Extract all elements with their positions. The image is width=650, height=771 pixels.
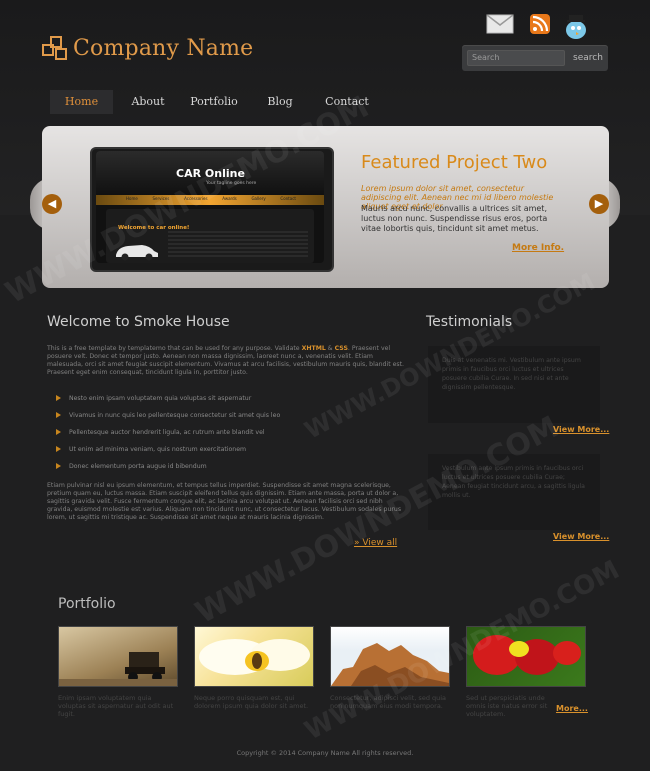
css-link[interactable]: CSS (335, 345, 348, 352)
search-button[interactable]: search (570, 50, 606, 66)
list-item: Pellentesque auctor hendrerit ligula, ac… (56, 427, 265, 439)
thumb-title: CAR Online (176, 167, 245, 180)
nav-contact[interactable]: Contact (324, 90, 370, 114)
portfolio-caption: Neque porro quisquam est, qui dolorem ip… (194, 694, 309, 710)
nav-blog[interactable]: Blog (263, 90, 297, 114)
list-item: Nesto enim ipsam voluptatem quia volupta… (56, 393, 251, 405)
testimonial-card: Duis at venenatis mi. Vestibulum ante ip… (428, 346, 600, 423)
testimonial-text: Vestibulum ante ipsum primis in faucibus… (442, 465, 585, 499)
portfolio-caption: Consectetur, adipisci velit, sed quia no… (330, 694, 447, 710)
welcome-paragraph-2: Etiam pulvinar nisl eu ipsum elementum, … (47, 482, 402, 521)
thumb-tagline: Your tagline goes here (206, 181, 257, 186)
testimonial-card: Vestibulum ante ipsum primis in faucibus… (428, 454, 600, 530)
envelope-icon[interactable] (486, 12, 514, 40)
list-item: Vivamus in nunc quis leo pellentesque co… (56, 410, 280, 422)
testimonial-text: Duis at venenatis mi. Vestibulum ante ip… (442, 357, 581, 391)
more-info-link[interactable]: More Info. (512, 243, 564, 253)
bird-icon[interactable] (562, 12, 590, 40)
portfolio-image-mountains[interactable] (330, 626, 450, 687)
search-input[interactable]: Search (467, 50, 565, 66)
list-item: Ut enim ad minima veniam, quis nostrum e… (56, 444, 246, 456)
bullet-arrow-icon (56, 463, 61, 469)
portfolio-image-flower[interactable] (194, 626, 314, 687)
welcome-paragraph-1: This is a free template by templatemo th… (47, 345, 405, 376)
social-icons (486, 12, 596, 42)
xhtml-link[interactable]: XHTML (302, 345, 326, 352)
logo-icon (42, 36, 68, 62)
slider-next-icon[interactable]: ▶ (589, 194, 609, 214)
car-icon (114, 241, 160, 261)
bullet-arrow-icon (56, 446, 61, 452)
testimonials-title: Testimonials (426, 314, 513, 330)
portfolio-image-orchid[interactable] (466, 626, 586, 687)
portfolio-title: Portfolio (58, 596, 116, 612)
project-thumbnail[interactable]: CAR Online Your tagline goes here Home Se… (96, 151, 324, 263)
featured-description: Mauris arcu nunc, convallis a ultrices s… (361, 204, 548, 233)
view-all-link[interactable]: » View all (354, 538, 397, 548)
nav-about[interactable]: About (128, 90, 168, 114)
rss-icon[interactable] (528, 12, 556, 40)
bullet-arrow-icon (56, 412, 61, 418)
featured-title: Featured Project Two (361, 152, 548, 173)
company-name[interactable]: Company Name (73, 36, 253, 61)
portfolio-more-link[interactable]: More... (556, 704, 588, 713)
portfolio-caption: Sed ut perspiciatis unde omnis iste natu… (466, 694, 548, 718)
welcome-title: Welcome to Smoke House (47, 314, 230, 330)
portfolio-caption: Enim ipsam voluptatem quia voluptas sit … (58, 694, 174, 718)
nav-portfolio[interactable]: Portfolio (188, 90, 240, 114)
thumb-nav: Home Services Accessories Awards Gallery Cont… (126, 196, 296, 201)
bullet-arrow-icon (56, 429, 61, 435)
bullet-arrow-icon (56, 395, 61, 401)
nav-home[interactable]: Home (50, 90, 113, 114)
testimonial-view-more-link[interactable]: View More... (553, 425, 609, 434)
slider-prev-icon[interactable]: ◀ (42, 194, 62, 214)
testimonial-view-more-link[interactable]: View More... (553, 532, 609, 541)
footer-copyright: Copyright © 2014 Company Name All rights… (236, 749, 414, 757)
portfolio-image-truck[interactable] (58, 626, 178, 687)
list-item: Donec elementum porta augue id bibendum (56, 461, 207, 473)
